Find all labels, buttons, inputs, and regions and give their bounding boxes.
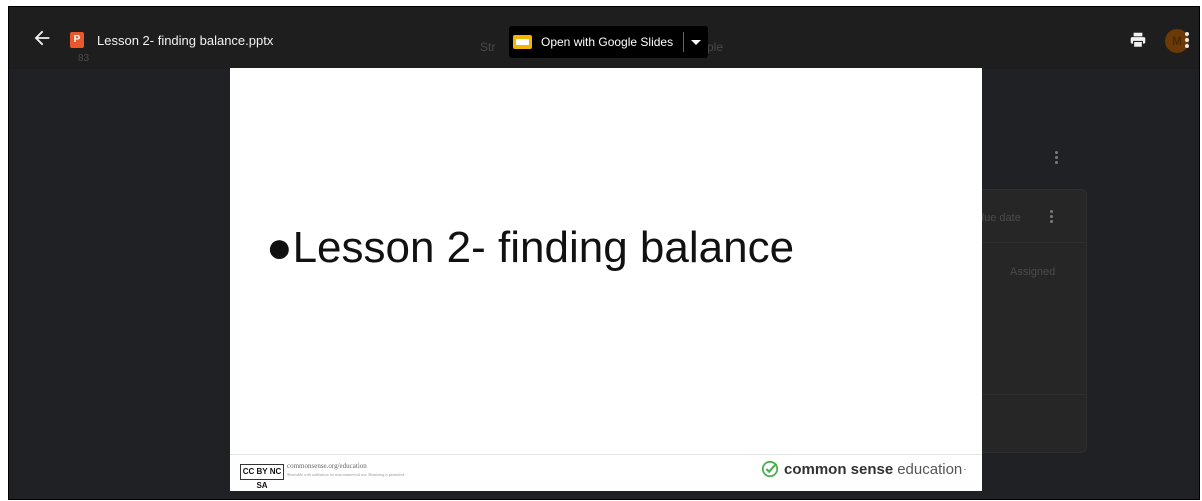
- slide-title: ●Lesson 2- finding balance: [266, 223, 794, 273]
- slide-bullet-mark: ●: [266, 223, 293, 272]
- brand-light-text: education: [897, 460, 963, 478]
- background-assignment-card: due date Assigned: [969, 189, 1087, 453]
- open-with-button[interactable]: Open with Google Slides: [509, 26, 708, 58]
- footer-url: commonsense.org/education: [287, 462, 367, 470]
- background-card-more-icon: [1050, 210, 1054, 225]
- background-status: Assigned: [1010, 266, 1056, 278]
- dropdown-caret-icon[interactable]: [691, 39, 702, 45]
- brand-bold-text: common sense: [784, 460, 894, 478]
- viewer-toolbar: P Lesson 2- finding balance.pptx Open wi…: [9, 7, 1199, 69]
- common-sense-logo: common sense education ·: [761, 460, 967, 478]
- open-with-divider: [683, 32, 685, 52]
- slide-preview: ●Lesson 2- finding balance CC BY NC SA c…: [230, 68, 982, 491]
- slide-title-text: Lesson 2- finding balance: [292, 223, 795, 272]
- file-viewer-overlay: Str ple 83 due date Assigned P Lesson 2-…: [8, 6, 1200, 500]
- printer-icon[interactable]: [1129, 32, 1147, 48]
- footer-license: Shareable with attribution for noncommer…: [287, 472, 406, 477]
- brand-mark: ·: [963, 463, 967, 475]
- powerpoint-file-icon: P: [70, 32, 84, 48]
- creative-commons-badge: CC BY NC SA: [240, 464, 284, 490]
- file-name: Lesson 2- finding balance.pptx: [97, 33, 274, 48]
- back-arrow-icon[interactable]: [31, 27, 53, 49]
- more-vert-icon[interactable]: [1185, 32, 1189, 50]
- open-with-label: Open with Google Slides: [541, 35, 674, 49]
- checkmark-circle-icon: [761, 460, 779, 478]
- background-column-header: due date: [978, 212, 1021, 224]
- google-slides-icon: [513, 35, 532, 49]
- background-divider: [970, 242, 1086, 243]
- background-more-icon: [1055, 151, 1059, 166]
- slide-footer-divider: [230, 454, 982, 455]
- background-divider-bottom: [970, 394, 1086, 395]
